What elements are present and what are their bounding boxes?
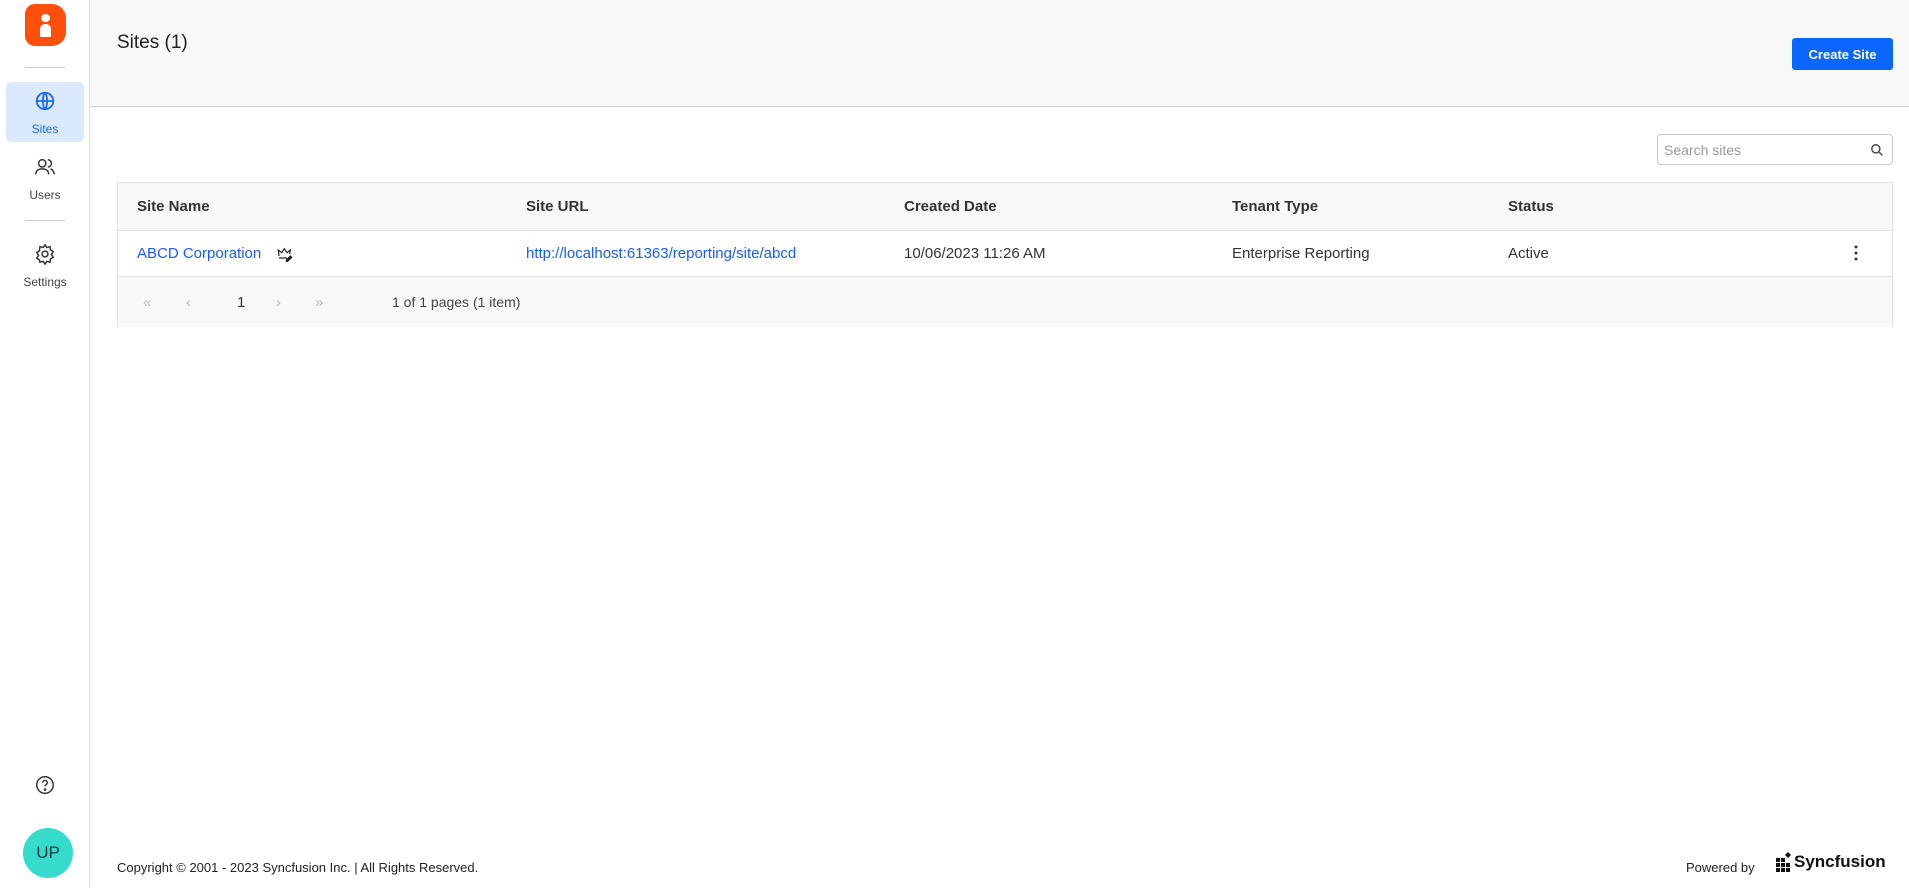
table-row: ABCD Corporation http://localhost:61363/…	[118, 231, 1892, 277]
syncfusion-logo[interactable]: Syncfusion	[1776, 852, 1886, 872]
divider	[25, 220, 65, 221]
more-options-icon[interactable]	[1854, 245, 1858, 261]
column-header-tenant-type[interactable]: Tenant Type	[1232, 183, 1318, 230]
column-header-created-date[interactable]: Created Date	[904, 183, 997, 230]
site-name-link[interactable]: ABCD Corporation	[137, 245, 261, 262]
previous-page-icon[interactable]: ‹	[186, 294, 191, 311]
app-logo[interactable]	[25, 4, 66, 46]
syncfusion-mark-icon	[1776, 852, 1791, 872]
search-box	[1657, 134, 1893, 165]
page-header: Sites (1) Create Site	[91, 0, 1909, 107]
sidebar-item-settings[interactable]: Settings	[6, 235, 84, 295]
last-page-icon[interactable]: »	[315, 294, 323, 311]
created-date: 10/06/2023 11:26 AM	[904, 245, 1046, 262]
sidebar-item-users[interactable]: Users	[6, 148, 84, 208]
sidebar-item-sites[interactable]: Sites	[6, 82, 84, 142]
divider	[25, 67, 65, 68]
column-header-site-url[interactable]: Site URL	[526, 183, 589, 230]
next-page-icon[interactable]: ›	[276, 294, 281, 311]
search-icon[interactable]	[1870, 143, 1884, 157]
tenant-type: Enterprise Reporting	[1232, 245, 1370, 262]
globe-icon	[35, 91, 55, 111]
sites-table: Site Name Site URL Created Date Tenant T…	[117, 182, 1893, 327]
column-header-site-name[interactable]: Site Name	[137, 183, 210, 230]
page-title: Sites (1)	[117, 32, 188, 53]
crown-icon	[277, 247, 293, 262]
status: Active	[1508, 245, 1549, 262]
help-icon[interactable]	[34, 774, 56, 796]
create-site-button[interactable]: Create Site	[1792, 38, 1893, 70]
pager-info: 1 of 1 pages (1 item)	[392, 294, 521, 310]
sidebar: Sites Users Settings UP	[0, 0, 90, 888]
gear-icon	[35, 243, 55, 265]
column-header-status[interactable]: Status	[1508, 183, 1554, 230]
copyright: Copyright © 2001 - 2023 Syncfusion Inc. …	[117, 860, 479, 875]
pager: « ‹ 1 › » 1 of 1 pages (1 item)	[118, 277, 1892, 327]
table-header: Site Name Site URL Created Date Tenant T…	[118, 183, 1892, 231]
page-number[interactable]: 1	[237, 294, 245, 311]
first-page-icon[interactable]: «	[143, 294, 151, 311]
site-url-link[interactable]: http://localhost:61363/reporting/site/ab…	[526, 245, 796, 262]
powered-by: Powered by	[1686, 860, 1755, 875]
user-avatar[interactable]: UP	[23, 828, 73, 878]
users-icon	[35, 158, 55, 175]
search-input[interactable]	[1658, 135, 1858, 164]
